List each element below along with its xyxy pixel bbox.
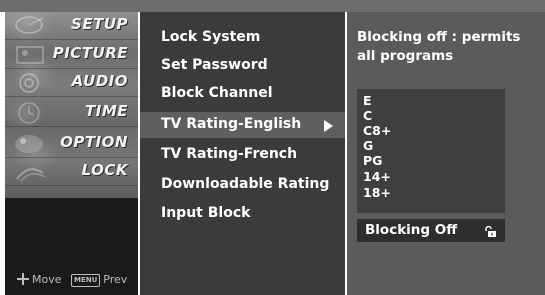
speaker-icon <box>19 73 39 93</box>
category-label: PICTURE <box>52 44 128 62</box>
menu-item-tv-rating-english[interactable]: TV Rating-English <box>140 112 345 138</box>
category-lock[interactable]: LOCK <box>5 158 138 186</box>
rating-item[interactable]: E <box>363 93 372 108</box>
category-option[interactable]: OPTION <box>5 130 138 158</box>
menu-item-label: Downloadable Rating <box>161 176 330 192</box>
top-strip <box>0 0 545 12</box>
menu-item-downloadable-rating[interactable]: Downloadable Rating <box>140 172 345 198</box>
menu-item-block-channel[interactable]: Block Channel <box>140 81 345 107</box>
rating-item[interactable]: 18+ <box>363 185 391 200</box>
category-label: LOCK <box>81 161 128 179</box>
prev-hint: MENU Prev <box>71 273 127 287</box>
menu-key-icon: MENU <box>71 274 101 287</box>
rating-item[interactable]: PG <box>363 153 382 168</box>
category-setup[interactable]: SETUP <box>5 12 138 40</box>
category-label: OPTION <box>60 133 128 151</box>
lock-menu-panel: Lock System Set Password Block Channel T… <box>140 12 345 295</box>
detail-panel: Blocking off : permits all programs E C … <box>347 12 545 295</box>
category-label: SETUP <box>71 15 128 33</box>
navigation-hints: Move MENU Prev <box>5 265 138 295</box>
menu-item-label: TV Rating-French <box>161 146 298 162</box>
category-panel: SETUP PICTURE AUDIO TIME OPTION LOCK Mov… <box>5 12 138 295</box>
clock-icon <box>18 102 40 124</box>
category-label: AUDIO <box>71 72 128 90</box>
menu-item-label: Lock System <box>161 29 261 45</box>
menu-item-label: TV Rating-English <box>161 116 302 132</box>
menu-item-lock-system[interactable]: Lock System <box>140 25 345 51</box>
move-hint: Move <box>17 273 62 286</box>
menu-item-input-block[interactable]: Input Block <box>140 201 345 227</box>
menu-item-tv-rating-french[interactable]: TV Rating-French <box>140 142 345 168</box>
rating-item[interactable]: 14+ <box>363 169 391 184</box>
category-tiles: SETUP PICTURE AUDIO TIME OPTION LOCK <box>5 12 138 198</box>
category-label: TIME <box>85 102 128 120</box>
rating-item[interactable]: C8+ <box>363 123 391 138</box>
triangle-right-icon <box>324 120 333 132</box>
option-icon <box>15 135 43 153</box>
move-label: Move <box>32 273 62 286</box>
tv-osd-menu: SETUP PICTURE AUDIO TIME OPTION LOCK Mov… <box>0 0 545 295</box>
category-time[interactable]: TIME <box>5 99 138 127</box>
move-arrows-icon <box>17 273 29 285</box>
unlocked-padlock-icon <box>485 226 496 237</box>
menu-item-label: Input Block <box>161 205 251 221</box>
rating-item[interactable]: G <box>363 138 373 153</box>
lock-icon <box>16 168 46 182</box>
menu-item-set-password[interactable]: Set Password <box>140 53 345 79</box>
prev-label: Prev <box>103 273 128 286</box>
rating-item[interactable]: C <box>363 108 372 123</box>
blocking-status-label: Blocking Off <box>365 222 458 238</box>
ratings-list: E C C8+ G PG 14+ 18+ <box>357 89 505 213</box>
detail-description: Blocking off : permits all programs <box>357 29 521 64</box>
menu-item-label: Set Password <box>161 57 268 73</box>
picture-icon <box>16 46 44 64</box>
menu-item-label: Block Channel <box>161 85 273 101</box>
blocking-toggle[interactable]: Blocking Off <box>357 219 505 242</box>
category-audio[interactable]: AUDIO <box>5 69 138 97</box>
satellite-dish-icon <box>15 16 44 34</box>
category-picture[interactable]: PICTURE <box>5 41 138 69</box>
